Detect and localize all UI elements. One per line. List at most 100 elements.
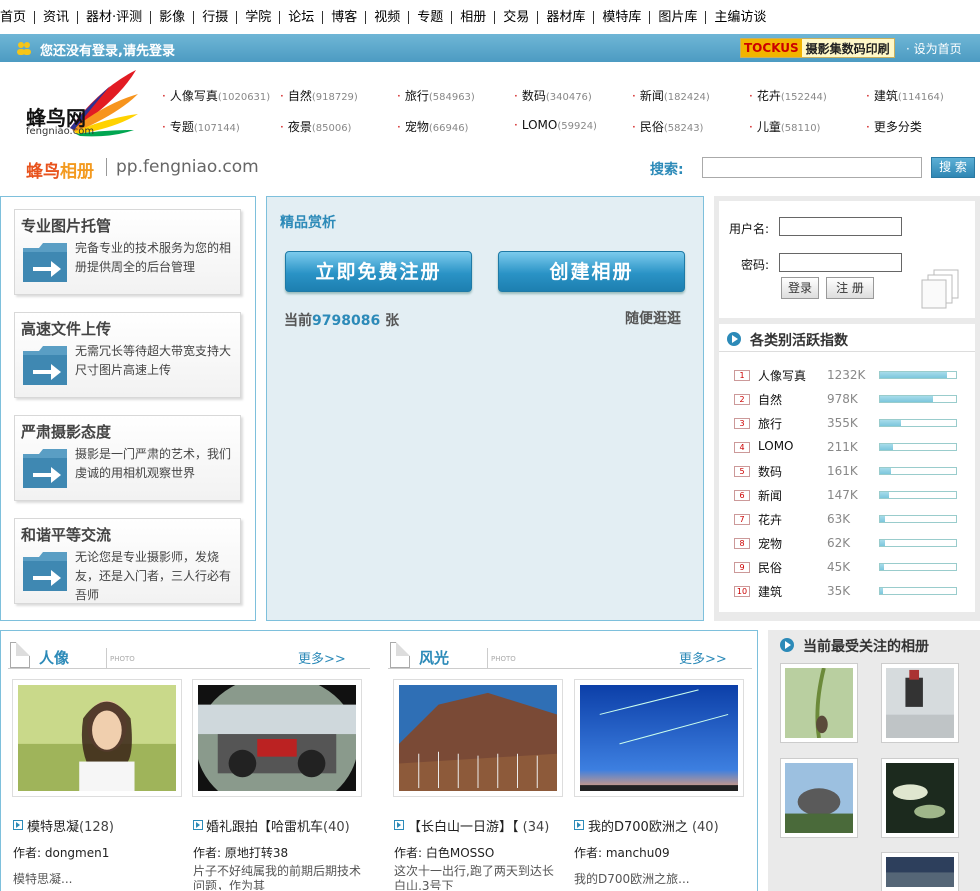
topnav-item[interactable]: 器材·评测: [78, 10, 152, 24]
search-button[interactable]: 搜 索: [931, 157, 975, 178]
feature-title: 专业图片托管: [21, 217, 112, 235]
more-link-portrait[interactable]: 更多>>: [298, 648, 346, 667]
album-logo-a: 蜂鸟: [26, 162, 60, 182]
category-count: (918729): [311, 92, 358, 103]
section-title-landscape[interactable]: 风光: [419, 647, 449, 668]
topnav-item[interactable]: 学院: [237, 10, 281, 24]
random-browse-link[interactable]: 随便逛逛: [625, 308, 681, 328]
topnav-item[interactable]: 首页: [0, 10, 36, 24]
login-button[interactable]: 登录: [781, 277, 819, 299]
rank-category[interactable]: 新闻: [758, 487, 782, 504]
album-author[interactable]: 作者: 原地打转38: [193, 844, 288, 861]
category-link[interactable]: 花卉(152244): [749, 87, 827, 104]
category-name: LOMO: [521, 118, 558, 132]
more-link-landscape[interactable]: 更多>>: [679, 648, 727, 667]
album-thumb[interactable]: [192, 679, 362, 797]
hot-album-thumb[interactable]: [780, 758, 858, 838]
category-link[interactable]: 宠物(66946): [397, 118, 469, 135]
rank-category[interactable]: 旅行: [758, 415, 782, 432]
topnav-item[interactable]: 相册: [452, 10, 496, 24]
category-link[interactable]: 建筑(114164): [866, 87, 944, 104]
album-author[interactable]: 作者: dongmen1: [13, 844, 109, 861]
ranking-row[interactable]: 9 民俗 45K: [734, 559, 964, 579]
username-field[interactable]: [779, 217, 902, 236]
category-name: 夜景: [287, 120, 312, 134]
set-homepage-link[interactable]: · 设为首页: [906, 40, 962, 57]
topnav-item[interactable]: 影像: [151, 10, 195, 24]
category-link[interactable]: 更多分类: [866, 118, 922, 135]
document-icon: [390, 642, 410, 668]
category-link[interactable]: LOMO(59924): [514, 118, 597, 132]
topnav-item[interactable]: 器材库: [538, 10, 595, 24]
category-link[interactable]: 旅行(584963): [397, 87, 475, 104]
rank-category[interactable]: 建筑: [758, 583, 782, 600]
category-link[interactable]: 夜景(85006): [280, 118, 352, 135]
album-logo[interactable]: 蜂鸟相册: [26, 157, 94, 182]
ranking-row[interactable]: 10 建筑 35K: [734, 583, 964, 603]
topnav-item[interactable]: 资讯: [35, 10, 79, 24]
topnav-item[interactable]: 图片库: [650, 10, 707, 24]
album-author[interactable]: 作者: 白色MOSSO: [394, 844, 494, 861]
ranking-row[interactable]: 2 自然 978K: [734, 391, 964, 411]
river-photo: [886, 668, 954, 738]
topnav-item[interactable]: 主编访谈: [706, 11, 774, 24]
album-title[interactable]: 【长白山一日游】【 (34): [408, 816, 549, 835]
hot-album-thumb[interactable]: [780, 663, 858, 743]
feature-card: 高速文件上传 无需冗长等待超大带宽支持大尺寸图片高速上传: [14, 312, 241, 398]
topnav-item[interactable]: 视频: [366, 10, 410, 24]
category-name: 建筑: [873, 89, 898, 103]
rank-index: 2: [734, 394, 750, 405]
album-title[interactable]: 模特思凝(128): [27, 816, 114, 835]
category-link[interactable]: 儿童(58110): [749, 118, 821, 135]
topnav-item[interactable]: 行摄: [194, 10, 238, 24]
hot-album-thumb[interactable]: [881, 663, 959, 743]
password-field[interactable]: [779, 253, 902, 272]
ranking-row[interactable]: 5 数码 161K: [734, 463, 964, 483]
rank-category[interactable]: 数码: [758, 463, 782, 480]
rank-category[interactable]: LOMO: [758, 439, 794, 453]
search-input[interactable]: [702, 157, 922, 178]
section-title-portrait[interactable]: 人像: [39, 647, 69, 668]
category-link[interactable]: 新闻(182424): [632, 87, 710, 104]
ranking-row[interactable]: 8 宠物 62K: [734, 535, 964, 555]
topnav-item[interactable]: 论坛: [280, 10, 324, 24]
album-title[interactable]: 我的D700欧洲之 (40): [588, 816, 719, 835]
category-link[interactable]: 自然(918729): [280, 87, 358, 104]
topnav-item[interactable]: 专题: [409, 10, 453, 24]
category-link[interactable]: 人像写真(1020631): [162, 87, 270, 104]
rank-category[interactable]: 花卉: [758, 511, 782, 528]
category-link[interactable]: 民俗(58243): [632, 118, 704, 135]
create-album-button[interactable]: 创建相册: [498, 251, 685, 292]
category-link[interactable]: 专题(107144): [162, 118, 240, 135]
promo-banner[interactable]: TOCKUS 摄影集数码印刷: [740, 38, 895, 58]
album-snippet: 这次十一出行,跑了两天到达长白山,3号下: [394, 864, 554, 890]
register-button[interactable]: 立即免费注册: [285, 251, 472, 292]
album-thumb[interactable]: [574, 679, 744, 797]
hot-album-thumb[interactable]: [881, 852, 959, 891]
album-thumb[interactable]: [393, 679, 563, 797]
topnav-item[interactable]: 模特库: [594, 10, 651, 24]
rank-category[interactable]: 宠物: [758, 535, 782, 552]
album-title[interactable]: 婚礼跟拍【哈雷机车(40): [206, 816, 350, 835]
album-snippet: 我的D700欧洲之旅...: [574, 872, 690, 886]
ranking-row[interactable]: 1 人像写真 1232K: [734, 367, 964, 387]
login-bar: 您还没有登录,请先登录 TOCKUS 摄影集数码印刷 · 设为首页: [0, 34, 980, 62]
rank-bar: [879, 539, 957, 547]
album-thumb[interactable]: [12, 679, 182, 797]
rank-category[interactable]: 自然: [758, 391, 782, 408]
play-icon: [780, 638, 794, 652]
topnav-item[interactable]: 交易: [495, 10, 539, 24]
signup-button[interactable]: 注 册: [826, 277, 874, 299]
topnav-item[interactable]: 博客: [323, 10, 367, 24]
category-link[interactable]: 数码(340476): [514, 87, 592, 104]
login-prompt[interactable]: 您还没有登录,请先登录: [40, 40, 175, 59]
rank-category[interactable]: 人像写真: [758, 367, 806, 384]
ranking-row[interactable]: 6 新闻 147K: [734, 487, 964, 507]
ranking-row[interactable]: 3 旅行 355K: [734, 415, 964, 435]
feature-card: 专业图片托管 完备专业的技术服务为您的相册提供周全的后台管理: [14, 209, 241, 295]
hot-album-thumb[interactable]: [881, 758, 959, 838]
ranking-row[interactable]: 7 花卉 63K: [734, 511, 964, 531]
ranking-row[interactable]: 4 LOMO 211K: [734, 439, 964, 459]
album-author[interactable]: 作者: manchu09: [574, 844, 670, 861]
rank-category[interactable]: 民俗: [758, 559, 782, 576]
